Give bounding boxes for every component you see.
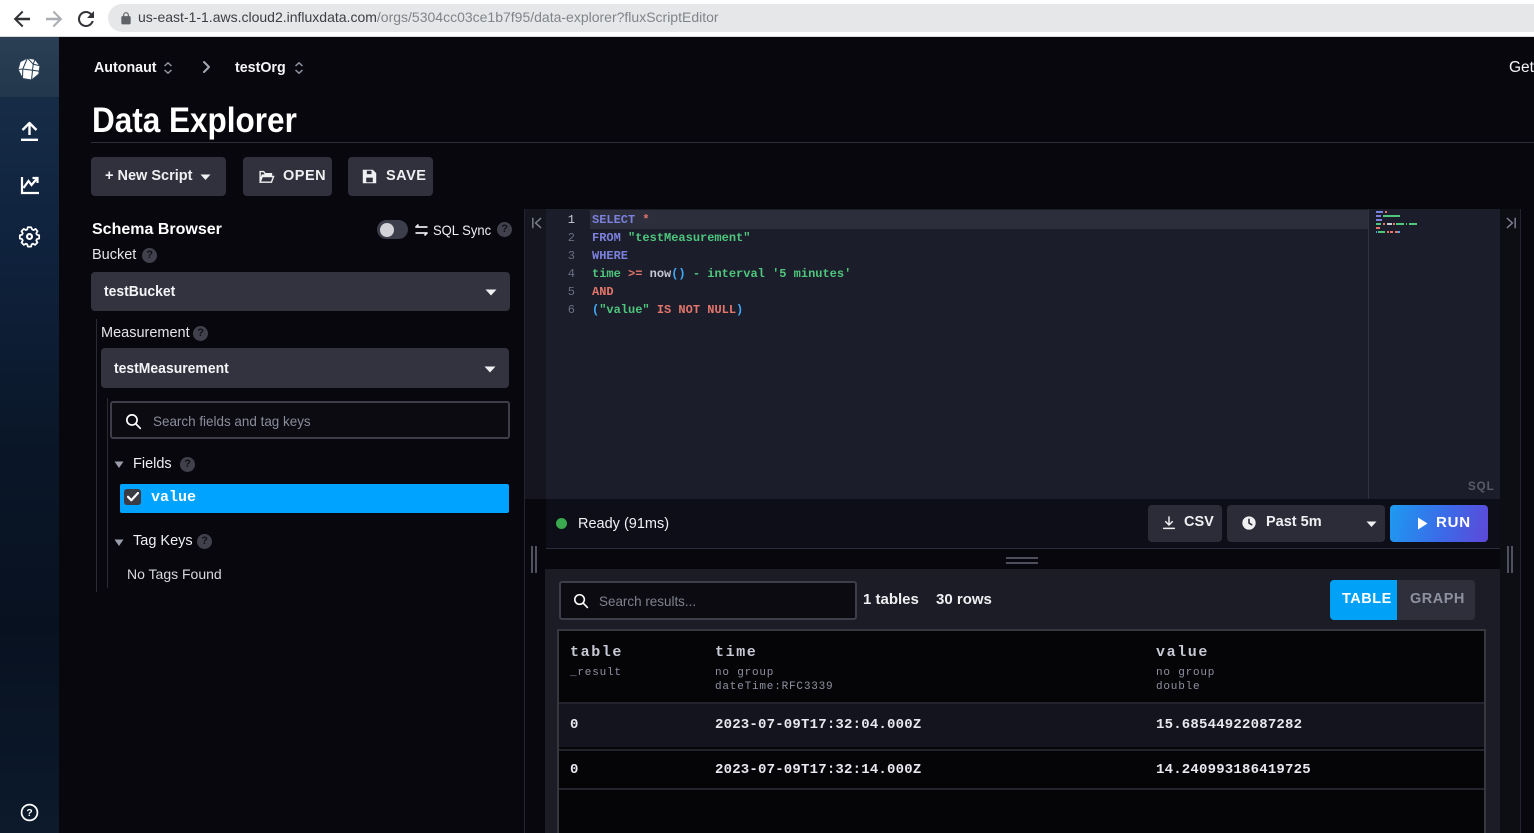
svg-text:?: ? — [26, 808, 32, 819]
